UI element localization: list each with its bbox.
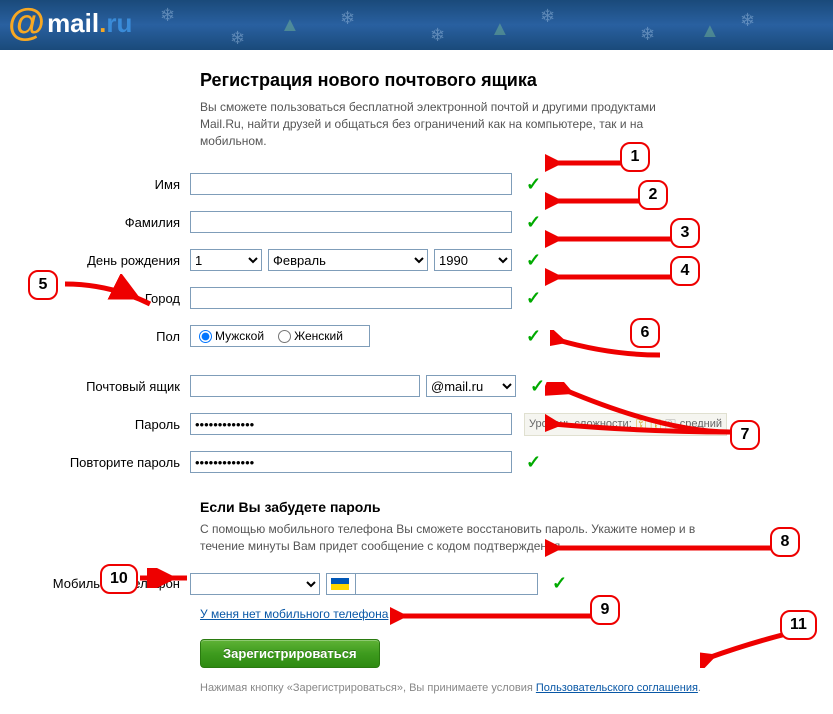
flag-ua-icon [331,578,349,590]
logo-text-ru: ru [106,10,132,36]
birthday-label: День рождения [0,253,190,268]
check-icon: ✓ [526,288,541,309]
terms-link[interactable]: Пользовательского соглашения [536,682,698,694]
domain-select[interactable]: @mail.ru [426,375,516,397]
phone-country-select[interactable] [190,573,320,595]
mailbox-label: Почтовый ящик [0,379,190,394]
password-input[interactable] [190,413,512,435]
recovery-text: С помощью мобильного телефона Вы сможете… [200,521,720,555]
register-button[interactable]: Зарегистрироваться [200,639,380,668]
no-phone-link[interactable]: У меня нет мобильного телефона [200,607,388,621]
check-icon: ✓ [530,376,545,397]
logo-text-dot: . [99,10,106,36]
password2-label: Повторите пароль [0,455,190,470]
name-label: Имя [0,177,190,192]
name-input[interactable] [190,173,512,195]
check-icon: ✓ [526,452,541,473]
terms-text: Нажимая кнопку «Зарегистрироваться», Вы … [200,682,760,694]
recovery-heading: Если Вы забудете пароль [200,499,833,515]
check-icon: ✓ [526,174,541,195]
check-icon: ✓ [526,326,541,347]
city-label: Город [0,291,190,306]
phone-label: Мобильный телефон [0,576,190,591]
birthday-day-select[interactable]: 1 [190,249,262,271]
check-icon: ✓ [526,250,541,271]
page-title: Регистрация нового почтового ящика [200,70,833,91]
city-input[interactable] [190,287,512,309]
key-icon: ⚿ [650,416,661,433]
gender-male-radio[interactable] [199,330,212,343]
logo-text-mail: mail [47,10,99,36]
annotation-bubble: 8 [770,527,800,557]
gender-label: Пол [0,329,190,344]
surname-label: Фамилия [0,215,190,230]
key-icon: ⚿ [636,416,647,433]
surname-input[interactable] [190,211,512,233]
birthday-year-select[interactable]: 1990 [434,249,512,271]
gender-radio-group: Мужской Женский [190,325,370,347]
mailbox-input[interactable] [190,375,420,397]
check-icon: ✓ [552,573,567,594]
gender-female-radio[interactable] [278,330,291,343]
phone-input[interactable] [355,574,537,594]
logo[interactable]: @ mail . ru [8,4,132,42]
gender-male-option[interactable]: Мужской [199,329,264,343]
password-label: Пароль [0,417,190,432]
app-header: ❄ ❄ ❄ ❄ ❄ ❄ ❄ ▲ ▲ ▲ @ mail . ru [0,0,833,50]
logo-at-icon: @ [8,4,45,42]
page-subtitle: Вы сможете пользоваться бесплатной элект… [200,99,700,149]
check-icon: ✓ [526,212,541,233]
password-strength: Уровень сложности: ⚿ ⚿ ⚿ средний [524,413,727,436]
key-icon: ⚿ [665,416,676,433]
password2-input[interactable] [190,451,512,473]
gender-female-option[interactable]: Женский [278,329,343,343]
birthday-month-select[interactable]: Февраль [268,249,428,271]
